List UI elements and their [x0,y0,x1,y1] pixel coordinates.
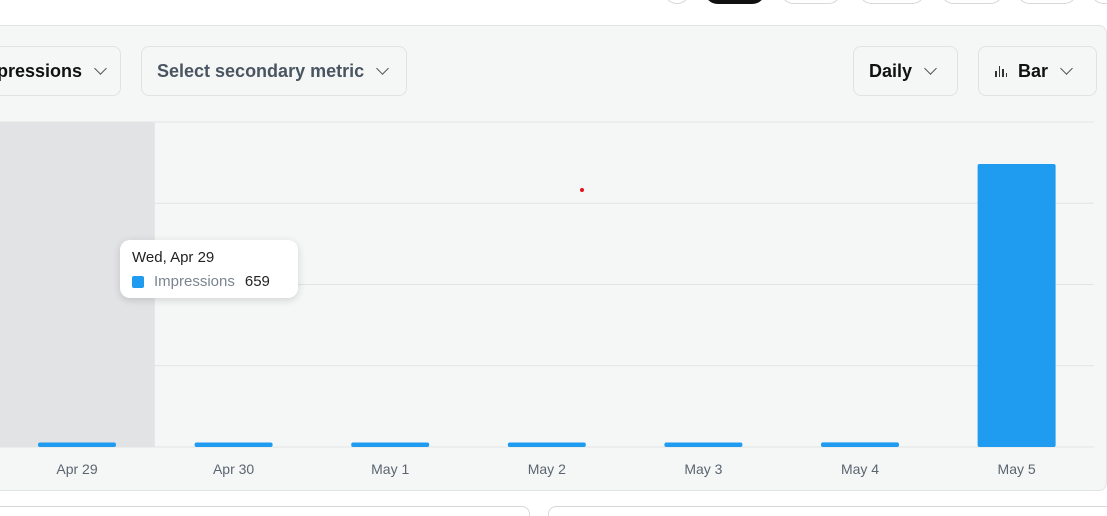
x-tick-label: May 1 [371,461,409,477]
x-tick-label: Apr 29 [56,461,97,477]
x-tick-label: May 5 [998,461,1036,477]
bar-may-4[interactable] [821,442,899,447]
tooltip-value: 659 [244,273,270,290]
bar-apr-30[interactable] [194,442,273,448]
x-tick-label: Apr 30 [213,461,254,477]
bar-may-3[interactable] [664,442,743,448]
next-panel-left [0,506,530,516]
tooltip-series-swatch [132,275,144,288]
tooltip-series-name: Impressions [154,273,235,290]
bar-may-5[interactable] [977,164,1056,447]
chart-tooltip: Wed, Apr 29 Impressions 659 [120,240,298,298]
x-tick-label: May 2 [528,461,566,477]
x-tick-label: May 4 [841,461,879,477]
x-tick-label: May 3 [684,461,722,477]
cursor-marker [580,188,584,192]
bar-may-2[interactable] [507,442,586,448]
bar-may-1[interactable] [351,442,430,448]
tooltip-date: Wed, Apr 29 [132,249,215,266]
next-panel-right [548,506,1107,516]
bar-apr-29[interactable] [38,442,116,448]
